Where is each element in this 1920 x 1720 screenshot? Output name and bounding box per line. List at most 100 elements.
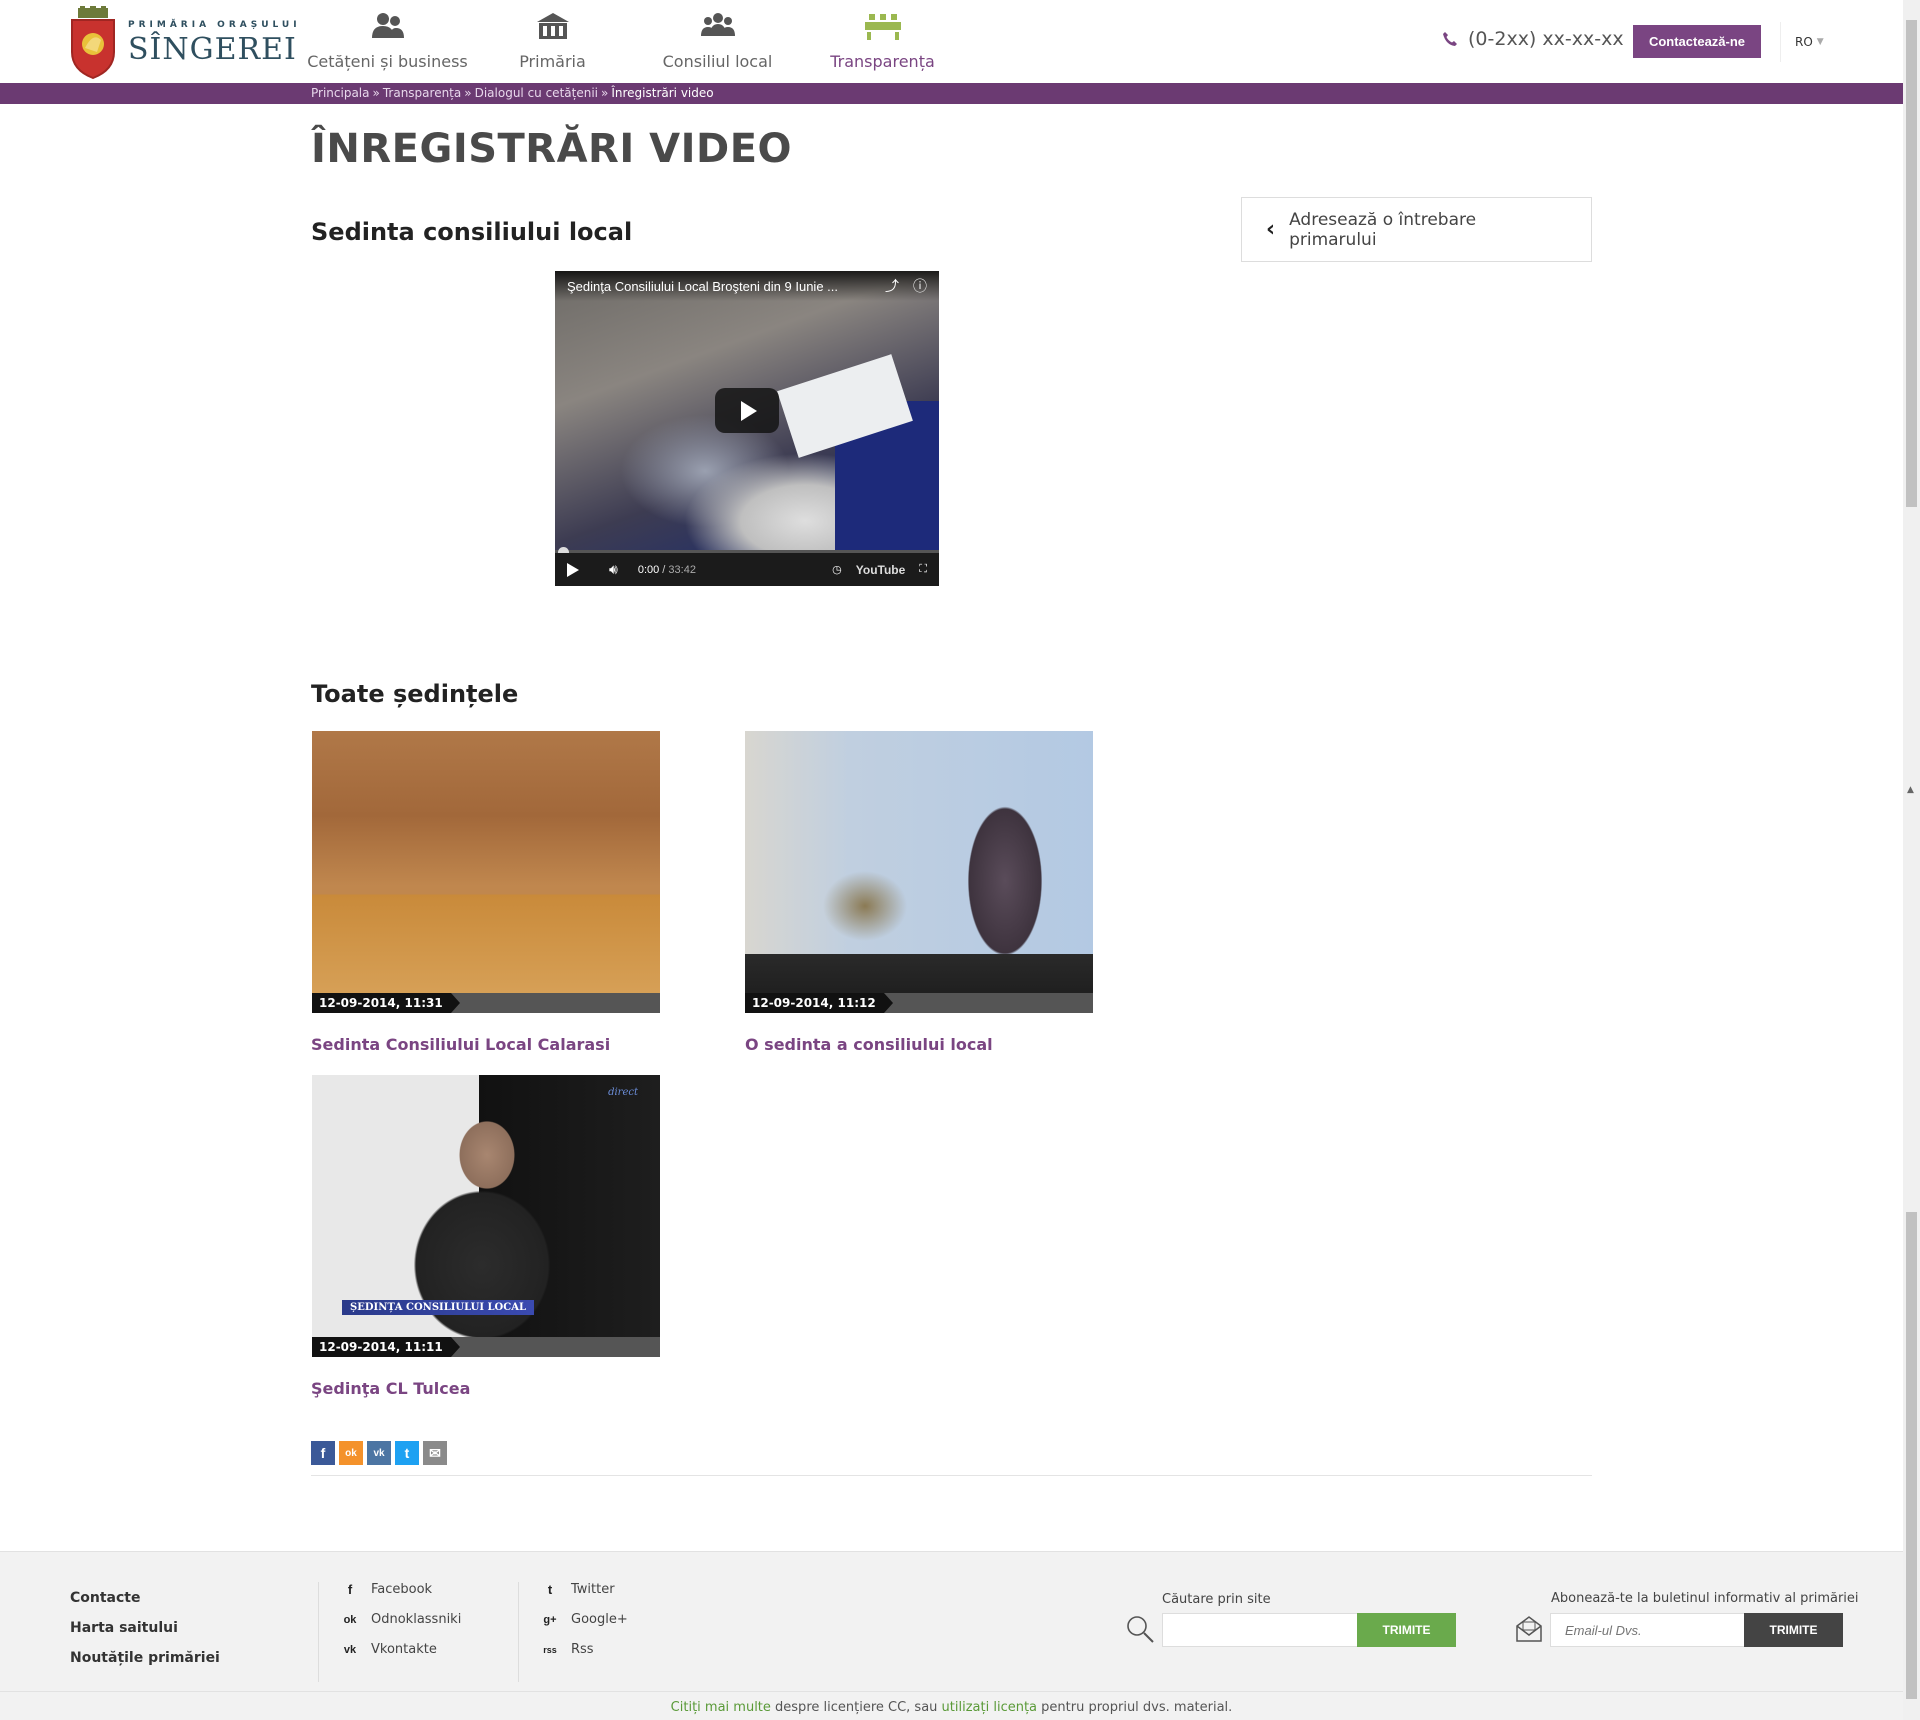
license-text: pentru propriul dvs. material.: [1037, 1700, 1233, 1715]
ask-mayor-button[interactable]: ‹ Adresează o întrebare primarului: [1241, 197, 1592, 262]
twitter-share-icon[interactable]: t: [395, 1441, 419, 1465]
site-logo[interactable]: PRIMĂRIA ORAȘULUI SÎNGEREI: [70, 6, 301, 80]
footer-odnoklassniki-link[interactable]: ok Odnoklassniki: [341, 1612, 462, 1627]
page-scrollbar[interactable]: ▲: [1903, 0, 1920, 1720]
search-input[interactable]: [1162, 1613, 1358, 1647]
logo-city-name: SÎNGEREI: [128, 31, 297, 67]
newsletter-submit-button[interactable]: TRIMITE: [1744, 1613, 1843, 1647]
license-notice: Citiți mai multe despre licențiere CC, s…: [0, 1691, 1903, 1720]
video-player[interactable]: Şedinţa Consiliului Local Broşteni din 9…: [555, 271, 939, 586]
social-links-column: t Twitter g+ Google+ rss Rss: [518, 1582, 628, 1682]
breadcrumb-link-home[interactable]: Principala: [311, 86, 370, 100]
session-image: ȘEDINȚA CONSILIULUI LOCAL direct: [312, 1075, 660, 1357]
footer-facebook-link[interactable]: f Facebook: [341, 1582, 461, 1597]
channel-logo: direct: [608, 1087, 638, 1098]
contact-button[interactable]: Contactează-ne: [1633, 25, 1761, 58]
rss-icon: rss: [543, 1644, 557, 1655]
license-use-link[interactable]: utilizați licența: [942, 1700, 1037, 1715]
scrollbar-thumb[interactable]: [1906, 20, 1917, 507]
video-current-time: 0:00: [637, 563, 660, 576]
ask-mayor-label: Adresează o întrebare primarului: [1289, 209, 1477, 250]
footer-rss-link[interactable]: rss Rss: [541, 1642, 628, 1657]
council-icon: [700, 13, 735, 36]
logo-small-text: PRIMĂRIA ORAȘULUI: [128, 19, 301, 30]
search-submit-button[interactable]: TRIMITE: [1357, 1613, 1456, 1647]
nav-item-citizens[interactable]: Cetățeni și business: [305, 0, 470, 84]
nav-label: Primăria: [519, 52, 586, 71]
email-share-icon[interactable]: ✉: [423, 1441, 447, 1465]
footer-googleplus-link[interactable]: g+ Google+: [541, 1612, 628, 1627]
play-icon: [741, 400, 757, 421]
social-label: Rss: [571, 1642, 594, 1657]
newsletter-email-input[interactable]: [1550, 1613, 1745, 1647]
nav-label: Cetățeni și business: [307, 52, 468, 71]
session-title-link[interactable]: Şedinţa CL Tulcea: [311, 1379, 470, 1398]
scroll-up-arrow-icon[interactable]: ▲: [1907, 785, 1914, 795]
video-caption: ȘEDINȚA CONSILIULUI LOCAL: [342, 1300, 535, 1315]
scrollbar-thumb[interactable]: [1906, 1212, 1917, 1699]
social-label: Facebook: [371, 1582, 433, 1597]
session-image: [745, 731, 1093, 1013]
nav-item-transparency[interactable]: Transparența: [800, 0, 965, 84]
watch-later-icon[interactable]: ◷: [832, 563, 842, 576]
social-label: Odnoklassniki: [371, 1612, 462, 1627]
phone-number: (0-2xx) xx-xx-xx: [1442, 28, 1624, 50]
main-nav: Cetățeni și business Primăria Consiliul …: [305, 0, 965, 84]
odnoklassniki-icon: ok: [343, 1613, 357, 1626]
session-image: [312, 731, 660, 1013]
breadcrumb-bar: Principala» Transparența» Dialogul cu cetă…: [0, 83, 1903, 104]
odnoklassniki-share-icon[interactable]: ok: [339, 1441, 363, 1465]
nav-label: Transparența: [830, 52, 935, 71]
footer-link-news[interactable]: Noutățile primăriei: [70, 1650, 220, 1666]
video-duration: 33:42: [668, 563, 696, 576]
social-label: Google+: [571, 1612, 628, 1627]
session-thumbnail[interactable]: 12-09-2014, 11:12: [745, 731, 1093, 1013]
search-label: Căutare prin site: [1162, 1592, 1271, 1607]
session-title-link[interactable]: Sedinta Consiliului Local Calarasi: [311, 1035, 610, 1054]
session-thumbnail[interactable]: ȘEDINȚA CONSILIULUI LOCAL direct 12-09-2…: [312, 1075, 660, 1357]
social-links-column: f Facebook ok Odnoklassniki vk Vkontakte: [318, 1582, 461, 1682]
breadcrumb: Principala» Transparența» Dialogul cu cetă…: [311, 86, 714, 100]
chevron-left-icon: ‹: [1266, 217, 1276, 242]
site-header: PRIMĂRIA ORAȘULUI SÎNGEREI Cetățeni și b…: [0, 0, 1903, 84]
info-icon[interactable]: ⓘ: [913, 276, 927, 296]
vkontakte-share-icon[interactable]: vk: [367, 1441, 391, 1465]
google-plus-icon: g+: [543, 1613, 557, 1626]
city-crest-icon: [71, 6, 115, 80]
share-icon[interactable]: ⤴: [885, 276, 899, 296]
phone-text: (0-2xx) xx-xx-xx: [1468, 28, 1624, 50]
footer-vkontakte-link[interactable]: vk Vkontakte: [341, 1642, 461, 1657]
session-title-link[interactable]: O sedinta a consiliului local: [745, 1035, 993, 1054]
session-date: 12-09-2014, 11:11: [312, 1337, 460, 1357]
breadcrumb-link-transparency[interactable]: Transparența: [383, 86, 461, 100]
video-topbar: Şedinţa Consiliului Local Broşteni din 9…: [555, 271, 939, 301]
social-label: Vkontakte: [371, 1642, 437, 1657]
video-title[interactable]: Şedinţa Consiliului Local Broşteni din 9…: [567, 279, 871, 294]
video-controls: 🔊︎ 0:00 / 33:42 ◷ YouTube ⛶: [555, 553, 939, 586]
breadcrumb-link-dialog[interactable]: Dialogul cu cetățenii: [475, 86, 598, 100]
video-play-button[interactable]: [715, 388, 779, 433]
footer-link-contacts[interactable]: Contacte: [70, 1590, 220, 1606]
license-text: despre licențiere CC, sau: [770, 1700, 942, 1715]
control-play-icon[interactable]: [567, 562, 579, 577]
search-icon: [1127, 1616, 1154, 1643]
nav-label: Consiliul local: [662, 52, 773, 71]
language-selector[interactable]: RO ▼: [1780, 22, 1824, 62]
youtube-logo[interactable]: YouTube: [856, 563, 906, 577]
facebook-share-icon[interactable]: f: [311, 1441, 335, 1465]
page-title: ÎNREGISTRĂRI VIDEO: [311, 126, 793, 172]
fullscreen-icon[interactable]: ⛶: [919, 563, 927, 576]
license-read-more-link[interactable]: Citiți mai multe: [671, 1700, 771, 1715]
footer-twitter-link[interactable]: t Twitter: [541, 1582, 628, 1597]
nav-item-local-council[interactable]: Consiliul local: [635, 0, 800, 84]
facebook-icon: f: [347, 1582, 353, 1597]
share-buttons: f ok vk t ✉: [311, 1441, 447, 1465]
session-thumbnail[interactable]: 12-09-2014, 11:31: [312, 731, 660, 1013]
volume-icon[interactable]: 🔊︎: [609, 561, 618, 578]
footer-links: Contacte Harta saitului Noutățile primăr…: [70, 1590, 220, 1680]
language-label: RO: [1795, 35, 1813, 49]
breadcrumb-separator: »: [601, 86, 609, 100]
nav-item-city-hall[interactable]: Primăria: [470, 0, 635, 84]
footer-link-sitemap[interactable]: Harta saitului: [70, 1620, 220, 1636]
content-divider: [311, 1475, 1592, 1476]
